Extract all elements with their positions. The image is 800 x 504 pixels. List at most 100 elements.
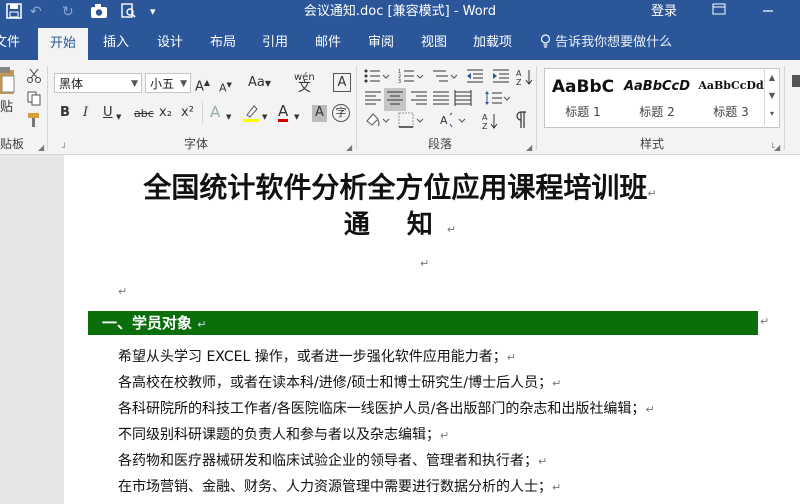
underline-dropdown-icon[interactable]: ▼ [116, 109, 121, 125]
bullets-icon[interactable] [364, 68, 390, 89]
paragraph-mark: ↵ [446, 223, 457, 236]
scroll-up-icon[interactable]: ▲ [765, 69, 779, 87]
align-right-icon[interactable] [410, 90, 428, 111]
justify-icon[interactable] [432, 90, 450, 111]
style-name: 标题 2 [639, 105, 675, 119]
underline-button[interactable]: U [103, 105, 113, 121]
font-color-dropdown-icon[interactable]: ▼ [294, 109, 299, 125]
tell-me-box[interactable]: 告诉我你想要做什么 [540, 34, 672, 52]
body-line[interactable]: 希望从头学习 EXCEL 操作，或者进一步强化软件应用能力者；↵ [118, 348, 516, 367]
font-family-select[interactable]: 黑体 ▼ [54, 73, 142, 93]
align-center-icon[interactable] [384, 88, 406, 111]
change-case-label: Aa [248, 75, 265, 90]
document-subtitle-text[interactable]: 通 知↵ [0, 208, 800, 247]
svg-text:Z: Z [516, 78, 522, 86]
grow-font-icon[interactable]: A▲ [195, 75, 210, 95]
phonetic-guide-icon[interactable]: wén 文 [294, 73, 315, 95]
clipboard-launcher-icon[interactable]: ◢ [38, 140, 44, 156]
font-color-button[interactable]: A [278, 103, 289, 122]
styles-gallery[interactable]: AaBbC 标题 1 AaBbCcD 标题 2 AaBbCcDd 标题 3 ▲ … [544, 68, 780, 128]
tab-home[interactable]: 开始 [38, 28, 89, 60]
scroll-down-icon[interactable]: ▼ [765, 87, 779, 105]
chinese-layout-icon[interactable]: A [440, 112, 466, 133]
group-styles-label: 样式 [640, 137, 665, 151]
character-border-icon[interactable]: A [333, 73, 351, 92]
body-line[interactable]: 各科研院所的科技工作者/各医院临床一线医护人员/各出版部门的杂志和出版社编辑；↵ [118, 400, 655, 419]
text-effects-dropdown-icon[interactable]: ▼ [226, 109, 231, 125]
ribbon-display-icon[interactable] [712, 3, 726, 21]
style-heading-3[interactable]: AaBbCcDd 标题 3 [695, 69, 767, 125]
more-styles-icon[interactable]: ▾ [765, 105, 779, 123]
style-preview: AaBbCcD [623, 79, 691, 94]
margin-corner-mark: └ [770, 143, 775, 152]
decrease-indent-icon[interactable] [466, 68, 484, 89]
multilevel-list-icon[interactable] [432, 68, 458, 89]
sort-icon[interactable]: AZ [516, 68, 534, 91]
superscript-button[interactable]: x² [181, 105, 194, 121]
font-launcher-icon[interactable]: ◢ [346, 140, 352, 156]
numbering-icon[interactable]: 123 [398, 68, 424, 89]
margin-corner-mark: ┘ [62, 143, 67, 152]
body-line-text: 不同级别科研课题的负责人和参与者以及杂志编辑； [118, 427, 440, 443]
highlight-icon[interactable] [242, 103, 260, 128]
tab-references[interactable]: 引用 [262, 34, 288, 52]
style-heading-2[interactable]: AaBbCcD 标题 2 [621, 69, 693, 125]
style-heading-1[interactable]: AaBbC 标题 1 [547, 69, 619, 125]
tab-addins[interactable]: 加载项 [473, 34, 512, 52]
document-title-text[interactable]: 全国统计软件分析全方位应用课程培训班↵ [0, 170, 800, 212]
paragraph-launcher-icon[interactable]: ◢ [526, 140, 532, 156]
chevron-down-icon: ▼ [131, 79, 138, 89]
separator [784, 66, 785, 150]
subscript-button[interactable]: x₂ [159, 105, 172, 121]
body-line-text: 各药物和医疗器械研发和临床试验企业的领导者、管理者和执行者； [118, 453, 538, 469]
enclose-characters-button[interactable]: 字 [332, 104, 350, 122]
tab-layout[interactable]: 布局 [210, 34, 236, 52]
paste-button-label[interactable]: 贴 [0, 100, 13, 116]
tab-mailings[interactable]: 邮件 [315, 34, 341, 52]
character-shading-button[interactable]: A [312, 105, 327, 122]
tab-view[interactable]: 视图 [421, 34, 447, 52]
font-size-value: 小五 [150, 77, 175, 91]
distributed-icon[interactable] [454, 90, 472, 111]
body-line[interactable]: 各高校在校教师，或者在读本科/进修/硕士和博士研究生/博士后人员；↵ [118, 374, 561, 393]
paragraph-mark: ↵ [538, 455, 548, 468]
shading-icon[interactable] [364, 112, 390, 133]
paragraph-mark: ↵ [118, 285, 128, 298]
svg-text:A: A [516, 69, 522, 78]
svg-text:Z: Z [482, 122, 488, 130]
paragraph-mark: ↵ [506, 351, 516, 364]
body-line[interactable]: 在市场营销、金融、财务、人力资源管理中需要进行数据分析的人士；↵ [118, 478, 561, 497]
change-case-button[interactable]: Aa▼ [248, 75, 271, 92]
align-left-icon[interactable] [364, 90, 382, 111]
paste-icon[interactable] [0, 66, 16, 101]
font-size-select[interactable]: 小五 ▼ [145, 73, 191, 93]
copy-icon[interactable] [26, 90, 42, 111]
editing-group-edge [792, 74, 800, 93]
style-preview: AaBbCcDd [698, 79, 764, 92]
italic-button[interactable]: I [83, 105, 88, 121]
show-marks-icon[interactable] [514, 110, 528, 135]
line-spacing-icon[interactable] [484, 90, 511, 111]
section-heading-bar[interactable]: 一、学员对象 ↵ [88, 311, 758, 335]
tab-review[interactable]: 审阅 [368, 34, 394, 52]
minimize-icon[interactable] [762, 3, 774, 21]
highlight-dropdown-icon[interactable]: ▼ [262, 109, 267, 125]
increase-indent-icon[interactable] [492, 68, 510, 89]
strikethrough-button[interactable]: abc [134, 106, 154, 122]
cut-icon[interactable] [26, 68, 42, 89]
bold-button[interactable]: B [60, 105, 70, 121]
format-painter-icon[interactable] [26, 112, 42, 133]
section-heading: 一、学员对象 ↵ [102, 314, 206, 334]
tab-insert[interactable]: 插入 [103, 34, 129, 52]
body-line[interactable]: 各药物和医疗器械研发和临床试验企业的领导者、管理者和执行者；↵ [118, 452, 547, 471]
shrink-font-icon[interactable]: A▼ [219, 77, 232, 97]
body-line[interactable]: 不同级别科研课题的负责人和参与者以及杂志编辑；↵ [118, 426, 449, 445]
tab-file[interactable]: 文件 [0, 34, 20, 52]
text-effects-button[interactable]: A [210, 104, 220, 120]
asian-sort-icon[interactable]: AZ [482, 112, 500, 135]
tab-design[interactable]: 设计 [157, 34, 183, 52]
title-line-1: 全国统计软件分析全方位应用课程培训班 [143, 171, 648, 204]
styles-scroll[interactable]: ▲ ▼ ▾ [764, 69, 779, 125]
login-button[interactable]: 登录 [651, 3, 677, 21]
borders-icon[interactable] [398, 112, 424, 133]
